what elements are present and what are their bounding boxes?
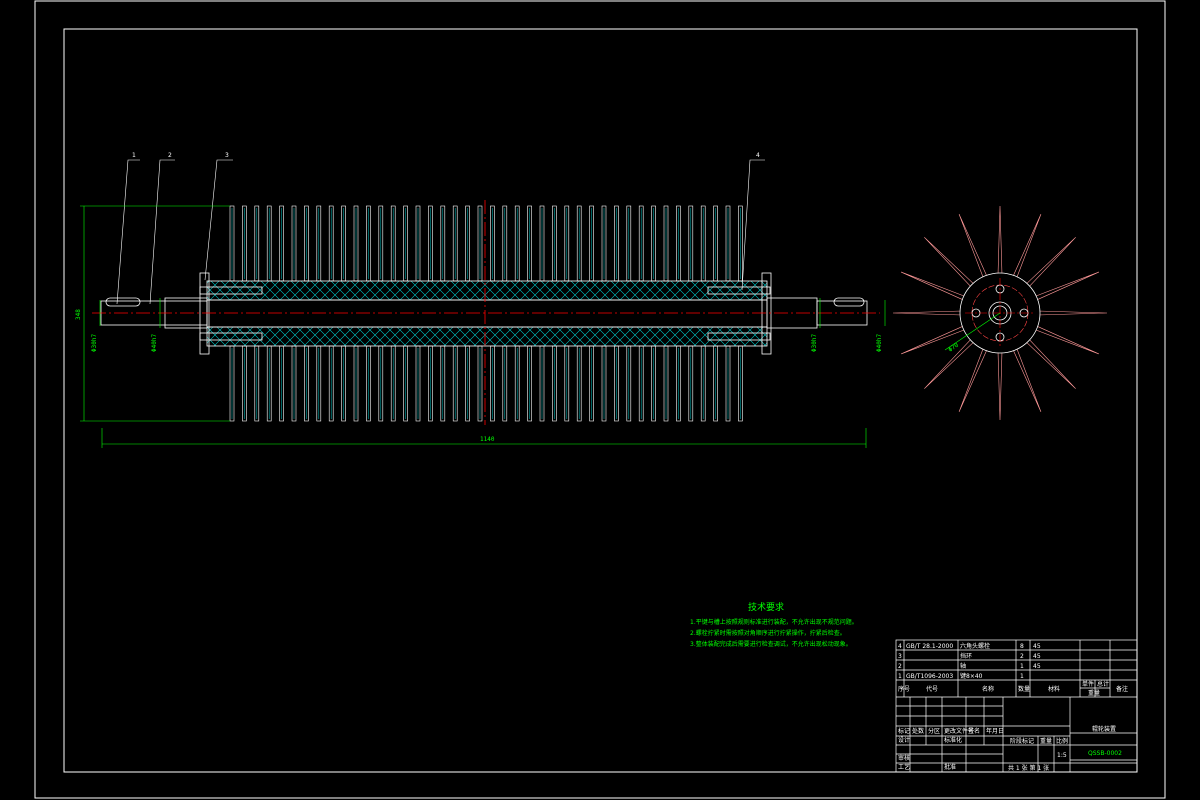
inner-frame bbox=[63, 28, 1138, 773]
bom-row: 4 GB/T 28.1-2000 六角头螺栓 8 45 bbox=[898, 642, 1041, 650]
bom-no: 1 bbox=[898, 673, 902, 680]
tb-partition: 分区 bbox=[928, 727, 940, 735]
roller-assembly bbox=[92, 200, 880, 425]
tb-zones: 处数 bbox=[912, 727, 924, 735]
bom-header-qty: 数量 bbox=[1018, 685, 1030, 693]
spoke bbox=[1025, 338, 1076, 389]
bom-header-remark: 备注 bbox=[1116, 685, 1128, 693]
bom-header-code: 代号 bbox=[926, 685, 938, 693]
bom-name: 六角头螺栓 bbox=[960, 642, 990, 650]
bom-mat: 45 bbox=[1033, 653, 1041, 660]
bom-qty: 1 bbox=[1020, 673, 1024, 680]
keyway-right bbox=[833, 297, 865, 307]
keyway-left bbox=[105, 297, 141, 307]
tb-approve: 批准 bbox=[944, 763, 956, 771]
spoke bbox=[1033, 325, 1099, 355]
bom-row: 3 挡环 2 45 bbox=[898, 652, 1041, 660]
bom-name: 挡环 bbox=[960, 652, 972, 660]
spoke bbox=[1025, 237, 1076, 288]
spoke bbox=[997, 350, 1003, 421]
tb-process: 工艺 bbox=[898, 763, 910, 771]
bom-name: 键8×40 bbox=[960, 672, 983, 680]
bristles-top bbox=[229, 205, 743, 282]
dim-hub-dia: Φ70 bbox=[947, 341, 960, 353]
bom-mat: 45 bbox=[1033, 643, 1041, 650]
tech-req-line-3: 3.整体装配完成后需要进行检查调试，不允许出现松动现象。 bbox=[690, 640, 852, 648]
tech-req-title: 技术要求 bbox=[748, 601, 784, 613]
bom-no: 4 bbox=[898, 643, 902, 650]
part-label-2: 2 bbox=[168, 152, 172, 159]
spoke bbox=[958, 346, 988, 412]
part-label-3: 3 bbox=[225, 152, 229, 159]
spoke bbox=[997, 205, 1003, 276]
dim-overall-length: 1140 bbox=[480, 436, 495, 443]
dim-shaft-left-1: Φ30h7 bbox=[91, 334, 98, 352]
bom-qty: 1 bbox=[1020, 663, 1024, 670]
core-body-bottom bbox=[206, 326, 768, 347]
drawing-title: 辊轮装置 bbox=[1092, 725, 1116, 733]
tech-req-line-2: 2.螺栓拧紧时需按照对角顺序进行拧紧操作，拧紧后检查。 bbox=[690, 629, 846, 637]
drawing-number: QSSB-0002 bbox=[1088, 750, 1122, 757]
part-label-4: 4 bbox=[756, 152, 760, 159]
shaft-mid bbox=[206, 299, 768, 328]
bom-no: 2 bbox=[898, 663, 902, 670]
bom-header-mat: 材料 bbox=[1048, 685, 1060, 693]
tb-mark: 标记 bbox=[898, 727, 910, 735]
tb-review: 审核 bbox=[898, 754, 910, 762]
bom-header-no: 序号 bbox=[898, 685, 910, 693]
part-label-1: 1 bbox=[132, 152, 136, 159]
tb-stage: 阶段标记 bbox=[1010, 737, 1034, 745]
bristles-bottom bbox=[229, 345, 743, 422]
tb-date: 年月日 bbox=[986, 727, 1004, 735]
side-view: Φ70 bbox=[892, 205, 1108, 421]
bom-header-total: 总计 bbox=[1097, 680, 1109, 688]
tb-scale-label: 比例 bbox=[1056, 737, 1068, 745]
spoke bbox=[958, 214, 988, 280]
bom-header-weight: 重量 bbox=[1088, 689, 1100, 697]
core-body-top bbox=[206, 280, 768, 301]
bom-header-unit: 单件 bbox=[1082, 680, 1094, 688]
spoke bbox=[1012, 214, 1042, 280]
dim-shaft-left-2: Φ40h7 bbox=[151, 334, 158, 352]
outer-frame bbox=[34, 0, 1166, 799]
bom-code: GB/T1096-2003 bbox=[906, 673, 953, 680]
bom-no: 3 bbox=[898, 653, 902, 660]
bom-row: 2 轴 1 45 bbox=[898, 662, 1041, 670]
spoke bbox=[1037, 310, 1108, 316]
tb-standard: 标准化 bbox=[944, 736, 962, 744]
tb-design: 设计 bbox=[898, 736, 910, 744]
spoke bbox=[892, 310, 963, 316]
tech-req-line-1: 1.平键与槽上按照规则标准进行装配，不允许出现不规范问题。 bbox=[690, 618, 858, 626]
bom-name: 轴 bbox=[960, 662, 966, 670]
spoke bbox=[924, 237, 975, 288]
spoke bbox=[901, 271, 967, 301]
spoke bbox=[1033, 271, 1099, 301]
tb-sign: 签名 bbox=[968, 727, 980, 735]
bom-row: 1 GB/T1096-2003 键8×40 1 bbox=[898, 672, 1024, 680]
dim-shaft-right-1: Φ30h7 bbox=[811, 334, 818, 352]
dim-height: 348 bbox=[75, 309, 82, 320]
bom-qty: 2 bbox=[1020, 653, 1024, 660]
spoke bbox=[1012, 346, 1042, 412]
technical-requirements: 技术要求 1.平键与槽上按照规则标准进行装配，不允许出现不规范问题。 2.螺栓拧… bbox=[690, 601, 858, 648]
tb-weight-label: 重量 bbox=[1040, 737, 1052, 745]
bom-code: GB/T 28.1-2000 bbox=[906, 643, 953, 650]
bom-mat: 45 bbox=[1033, 663, 1041, 670]
bom-header-name: 名称 bbox=[982, 685, 994, 693]
dim-shaft-right-2: Φ40h7 bbox=[876, 334, 883, 352]
title-block-text: 标记 处数 分区 更改文件号 签名 年月日 设计 标准化 审核 工艺 批准 阶段… bbox=[898, 725, 1122, 772]
tb-sheet: 共 1 张 第 1 张 bbox=[1008, 764, 1049, 772]
tb-scale: 1:5 bbox=[1057, 752, 1067, 759]
bom-qty: 8 bbox=[1020, 643, 1024, 650]
cad-drawing: 1 2 3 4 1140 348 Φ30h7 Φ40h7 Φ30h7 Φ40h7… bbox=[34, 0, 1166, 799]
